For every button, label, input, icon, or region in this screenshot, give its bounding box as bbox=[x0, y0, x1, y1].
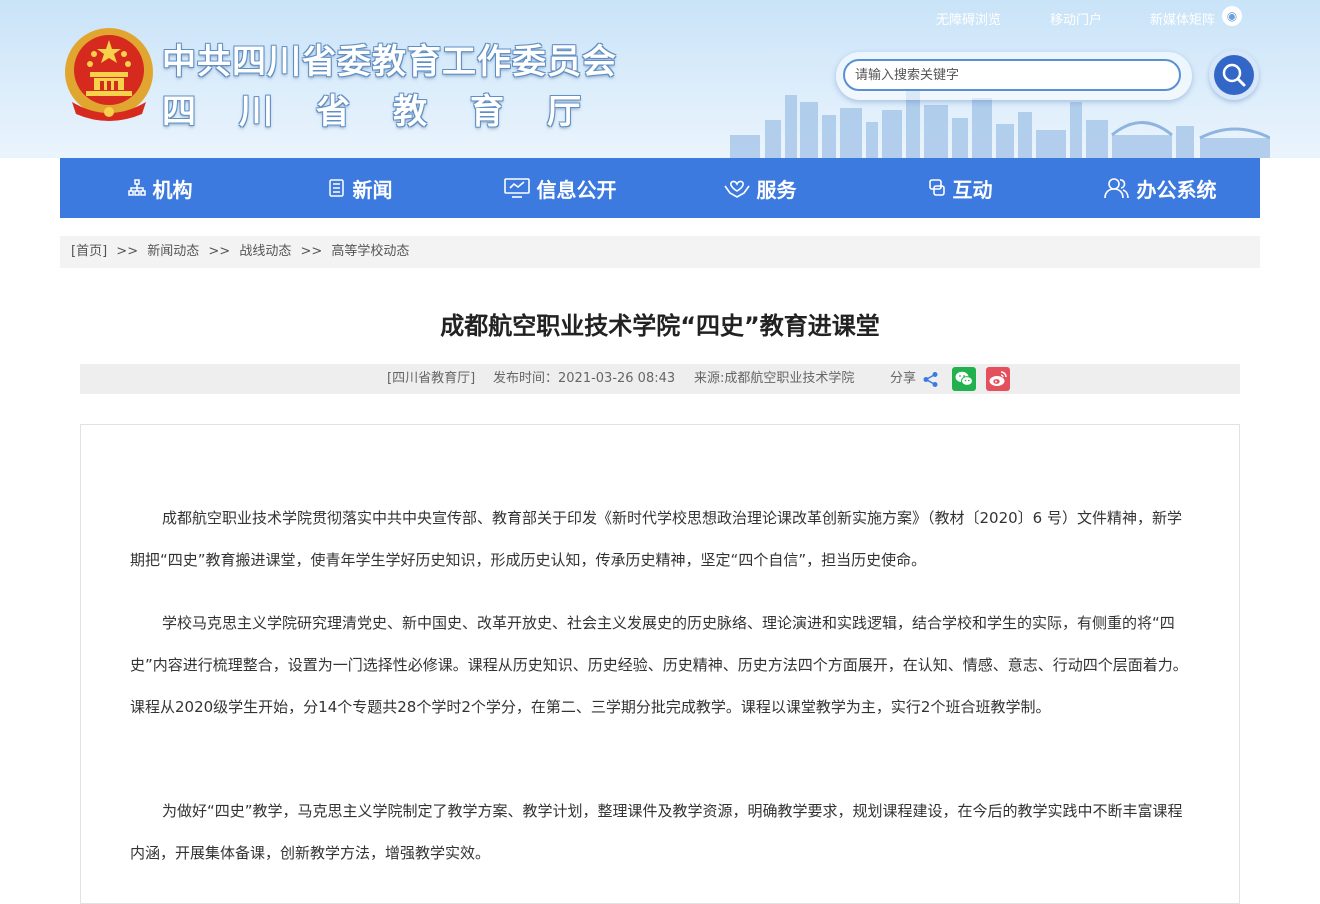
source-tag: [四川省教育厅] bbox=[387, 371, 476, 386]
breadcrumb-field-news[interactable]: 战线动态 bbox=[239, 244, 291, 259]
article-meta-bar: [四川省教育厅] 发布时间：2021-03-26 08:43 来源:成都航空职业… bbox=[80, 364, 1240, 394]
nav-item-office-system[interactable]: 办公系统 bbox=[1060, 158, 1260, 218]
article-title: 成都航空职业技术学院“四史”教育进课堂 bbox=[440, 312, 880, 340]
monitor-icon bbox=[503, 178, 530, 198]
news-icon bbox=[328, 179, 344, 197]
breadcrumb: [首页] >> 新闻动态 >> 战线动态 >> 高等学校动态 bbox=[60, 236, 1260, 268]
wechat-share-button[interactable] bbox=[952, 367, 976, 391]
breadcrumb-separator: >> bbox=[116, 244, 139, 259]
national-emblem-logo bbox=[65, 28, 153, 121]
share-label: 分享 bbox=[890, 371, 917, 386]
nav-label: 办公系统 bbox=[1136, 177, 1217, 202]
nav-label: 机构 bbox=[152, 177, 193, 202]
chat-icon bbox=[928, 179, 945, 196]
article-origin: 来源:成都航空职业技术学院 bbox=[694, 371, 855, 386]
article-paragraph: 为做好“四史”教学，马克思主义学院制定了教学方案、教学计划，整理课件及教学资源，… bbox=[130, 802, 1183, 862]
weibo-icon[interactable]: ◉ bbox=[1222, 6, 1242, 26]
breadcrumb-separator: >> bbox=[208, 244, 231, 259]
search-input[interactable] bbox=[843, 59, 1181, 91]
wechat-icon bbox=[955, 371, 973, 386]
weibo-icon bbox=[989, 371, 1007, 386]
accessibility-link[interactable]: 无障碍浏览 bbox=[936, 9, 1001, 28]
search-icon bbox=[1222, 63, 1246, 87]
article-paragraph: 成都航空职业技术学院贯彻落实中共中央宣传部、教育部关于印发《新时代学校思想政治理… bbox=[130, 509, 1182, 569]
nav-item-info-disclosure[interactable]: 信息公开 bbox=[460, 158, 660, 218]
nav-label: 新闻 bbox=[352, 177, 393, 202]
article-paragraph: 学校马克思主义学院研究理清党史、新中国史、改革开放史、社会主义发展史的历史脉络、… bbox=[130, 614, 1188, 716]
nav-label: 信息公开 bbox=[536, 177, 617, 202]
nav-item-news[interactable]: 新闻 bbox=[260, 158, 460, 218]
weibo-share-button[interactable] bbox=[986, 367, 1010, 391]
site-header: 中共四川省委教育工作委员会 四川省教育厅 无障碍浏览 移动门户 新媒体矩阵 ◉ bbox=[0, 0, 1320, 158]
org-icon bbox=[127, 179, 146, 196]
new-media-matrix-link[interactable]: 新媒体矩阵 bbox=[1150, 9, 1215, 28]
nav-item-service[interactable]: 服务 bbox=[660, 158, 860, 218]
breadcrumb-separator: >> bbox=[300, 244, 323, 259]
nav-label: 服务 bbox=[756, 177, 797, 202]
nav-item-interaction[interactable]: 互动 bbox=[860, 158, 1060, 218]
publish-time: 发布时间：2021-03-26 08:43 bbox=[493, 371, 676, 386]
mobile-portal-link[interactable]: 移动门户 bbox=[1050, 9, 1102, 28]
breadcrumb-home[interactable]: [首页] bbox=[71, 244, 107, 259]
nav-label: 互动 bbox=[952, 177, 993, 202]
breadcrumb-news[interactable]: 新闻动态 bbox=[147, 244, 199, 259]
breadcrumb-universities[interactable]: 高等学校动态 bbox=[331, 244, 409, 259]
share-icon[interactable] bbox=[922, 371, 939, 388]
nav-item-org[interactable]: 机构 bbox=[60, 158, 260, 218]
service-hands-icon bbox=[723, 180, 750, 198]
main-nav: 机构 新闻 信息公开 服务 互动 办公系统 bbox=[60, 158, 1260, 218]
site-title-primary: 中共四川省委教育工作委员会 bbox=[162, 42, 617, 82]
site-title-secondary: 四川省教育厅 bbox=[162, 92, 624, 132]
search-button[interactable] bbox=[1214, 55, 1254, 95]
users-icon bbox=[1103, 178, 1129, 199]
